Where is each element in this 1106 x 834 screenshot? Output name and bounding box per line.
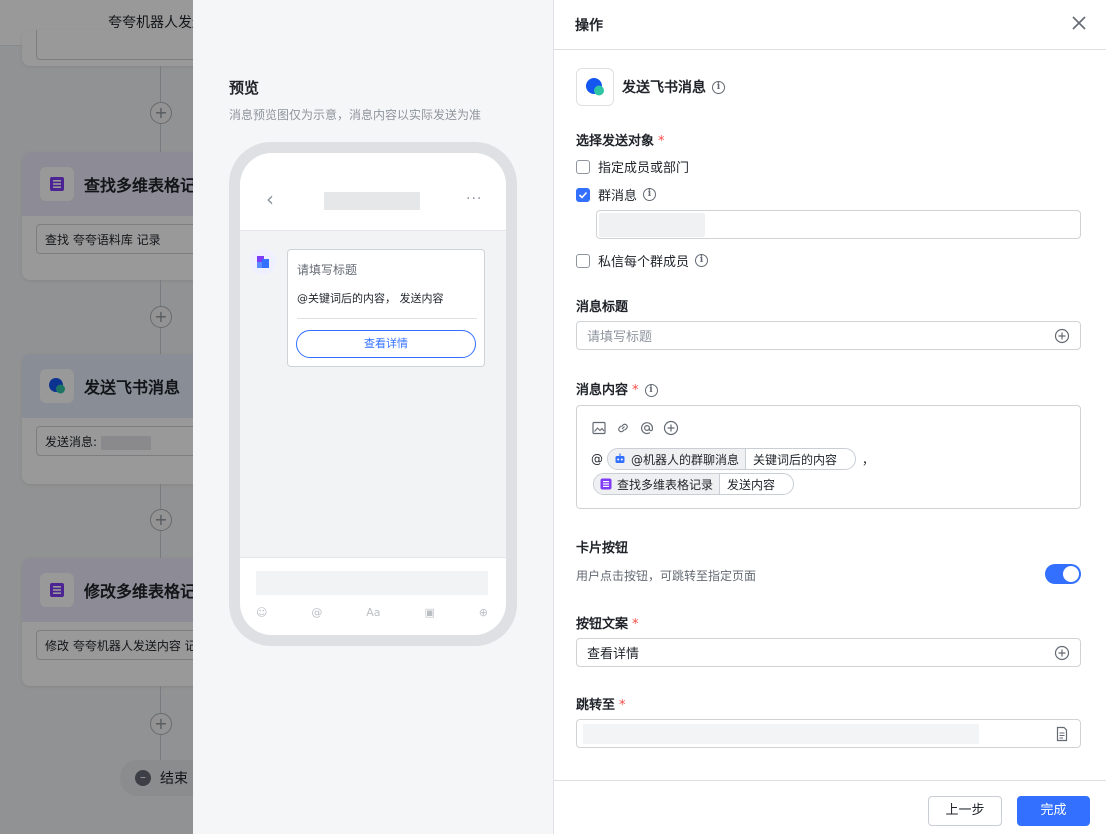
jump-to-input[interactable]: [576, 719, 1081, 748]
message-card-preview: 请填写标题 @关键词后的内容， 发送内容 查看详情: [287, 249, 485, 367]
info-icon[interactable]: i: [643, 188, 657, 201]
text-format-icon: Aa: [366, 606, 381, 619]
message-content-editor[interactable]: @ @机器人的群聊消息 关键词后的内容 ， 查找多维表格记录 发送内容: [576, 405, 1081, 509]
message-title-input[interactable]: 请填写标题: [576, 321, 1081, 350]
phone-mockup: ‹ ··· 请填写标题 @关键词后的内容， 发送内容 查看详情 ☺ @ Aa ▣…: [229, 142, 517, 646]
redacted-url: [583, 723, 979, 744]
option-dm-each-member[interactable]: 私信每个群成员 i: [576, 251, 709, 270]
checkbox[interactable]: [576, 159, 590, 174]
redacted-group-name: [599, 212, 705, 237]
info-icon[interactable]: i: [644, 384, 658, 397]
card-content-preview: @关键词后的内容， 发送内容: [297, 292, 444, 305]
chat-title-placeholder: [324, 192, 420, 210]
card-button-toggle[interactable]: [1045, 564, 1081, 584]
variable-chip-send-content[interactable]: 查找多维表格记录 发送内容: [593, 473, 795, 495]
modal-overlay: [0, 0, 193, 834]
done-button[interactable]: 完成: [1017, 796, 1090, 826]
mention-prefix: @: [591, 452, 603, 466]
document-icon[interactable]: [1054, 726, 1070, 742]
add-variable-icon[interactable]: [663, 420, 679, 436]
checkbox-checked[interactable]: [576, 187, 590, 202]
info-icon[interactable]: i: [712, 80, 725, 94]
robot-icon: [615, 453, 625, 463]
operation-panel: 操作 发送飞书消息 i 选择发送对象 * 指定成员或部门 群消息 i 私信每个群成…: [553, 0, 1106, 834]
image-icon: ▣: [424, 606, 435, 619]
emoji-icon: ☺: [256, 606, 268, 619]
message-content-label: 消息内容: [576, 383, 629, 398]
bot-avatar: [250, 249, 276, 275]
bitable-icon: [600, 478, 612, 490]
at-icon: @: [311, 606, 323, 619]
previous-step-button[interactable]: 上一步: [928, 796, 1002, 826]
card-button-label: 卡片按钮: [576, 541, 629, 556]
group-select-field[interactable]: [596, 210, 1081, 239]
option-group-message[interactable]: 群消息 i: [576, 185, 657, 204]
chat-input-placeholder: [256, 571, 488, 595]
link-icon[interactable]: [615, 420, 631, 436]
workflow-canvas: 夸夸机器人发送内容 + 查找多维表格记录 查找 夸夸语料库 记录 + 发送飞书消…: [0, 0, 193, 834]
info-icon[interactable]: i: [695, 254, 709, 267]
card-button-description: 用户点击按钮，可跳转至指定页面: [576, 569, 757, 583]
close-icon[interactable]: [1068, 12, 1090, 34]
jump-to-label: 跳转至: [576, 698, 616, 713]
action-name: 发送飞书消息: [622, 80, 706, 96]
button-text-input[interactable]: 查看详情: [576, 638, 1081, 667]
button-text-label: 按钮文案: [576, 617, 629, 632]
card-title-preview: 请填写标题: [297, 263, 358, 277]
mention-icon[interactable]: [639, 420, 655, 436]
image-icon[interactable]: [591, 420, 607, 436]
preview-description: 消息预览图仅为示意，消息内容以实际发送为准: [229, 108, 482, 122]
lark-message-icon: [576, 68, 614, 106]
checkbox[interactable]: [576, 253, 590, 268]
variable-chip-keyword-content[interactable]: @机器人的群聊消息 关键词后的内容: [607, 448, 857, 470]
preview-pane: 预览 消息预览图仅为示意，消息内容以实际发送为准 ‹ ··· 请填写标题 @关键…: [193, 0, 553, 834]
back-arrow-icon: ‹: [266, 187, 274, 211]
add-variable-icon[interactable]: [1054, 328, 1070, 344]
add-variable-icon[interactable]: [1054, 645, 1070, 661]
preview-title: 预览: [229, 79, 260, 97]
option-specify-members[interactable]: 指定成员或部门: [576, 157, 689, 176]
plus-icon: ⊕: [478, 606, 488, 619]
recipient-label: 选择发送对象: [576, 134, 655, 149]
content-separator: ，: [862, 452, 875, 467]
message-title-label: 消息标题: [576, 300, 629, 315]
more-icon: ···: [466, 191, 483, 207]
panel-title: 操作: [575, 17, 603, 34]
card-button-preview: 查看详情: [296, 330, 476, 358]
